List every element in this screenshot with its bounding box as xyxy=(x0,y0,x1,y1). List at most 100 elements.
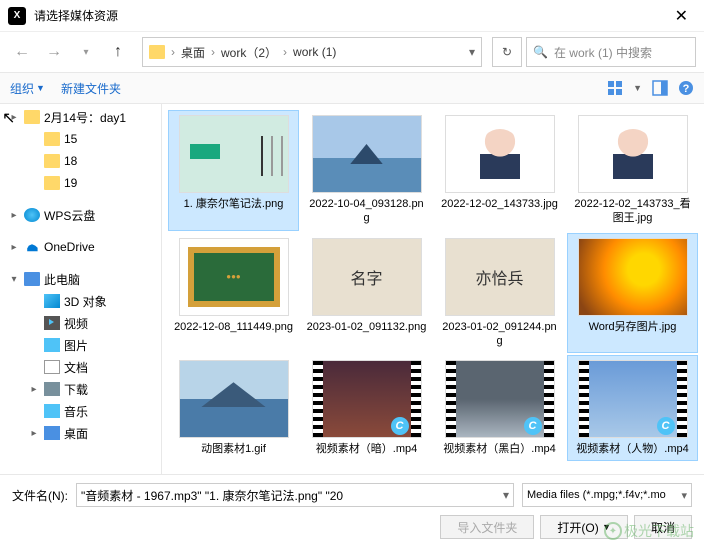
view-icon[interactable] xyxy=(607,80,623,96)
tree-label: 音乐 xyxy=(64,403,88,420)
tree-label: OneDrive xyxy=(44,240,95,254)
badge-icon: C xyxy=(391,417,409,435)
address-dropdown[interactable]: ▾ xyxy=(469,45,475,59)
tree-item[interactable]: 18 xyxy=(0,150,161,172)
tree-item[interactable]: ▸ WPS云盘 xyxy=(0,204,161,226)
tree-label: WPS云盘 xyxy=(44,207,95,224)
cancel-button[interactable]: 取消 xyxy=(634,515,692,539)
expander-icon[interactable]: ▸ xyxy=(8,242,20,253)
tree-item[interactable]: 视频 xyxy=(0,312,161,334)
file-name: 视频素材（暗）.mp4 xyxy=(316,442,417,456)
organize-button[interactable]: 组织▼ xyxy=(10,80,45,97)
thumbnail xyxy=(578,115,688,193)
tree-label: 视频 xyxy=(64,315,88,332)
tree-label: 此电脑 xyxy=(44,271,80,288)
address-bar[interactable]: › 桌面 › work（2） › work (1) ▾ xyxy=(142,37,482,67)
search-input[interactable]: 🔍 在 work (1) 中搜索 xyxy=(526,37,696,67)
file-name: 1. 康奈尔笔记法.png xyxy=(184,197,284,211)
file-item[interactable]: 2022-12-02_143733.jpg xyxy=(434,110,565,231)
filename-input[interactable]: "音频素材 - 1967.mp3" "1. 康奈尔笔记法.png" "20 ▾ xyxy=(76,483,514,507)
breadcrumb[interactable]: work (1) xyxy=(293,45,336,59)
file-item[interactable]: C视频素材（人物）.mp4 xyxy=(567,355,698,461)
refresh-button[interactable]: ↻ xyxy=(492,37,522,67)
folder-icon xyxy=(44,154,60,168)
folder-icon xyxy=(24,110,40,124)
pc-icon xyxy=(24,272,40,286)
toolbar: 组织▼ 新建文件夹 ▼ ? xyxy=(0,72,704,104)
tree-item[interactable]: 图片 xyxy=(0,334,161,356)
expander-icon[interactable]: ▾ xyxy=(8,274,20,285)
expander-icon[interactable]: ▸ xyxy=(28,428,40,439)
file-name: 2022-12-02_143733.jpg xyxy=(441,197,558,211)
tree-item[interactable]: ▸ 桌面 xyxy=(0,422,161,444)
chevron-right-icon: › xyxy=(283,45,287,59)
file-name: 2022-12-08_111449.png xyxy=(174,320,293,334)
onedrive-icon xyxy=(24,240,40,254)
file-item[interactable]: 亦恰兵2023-01-02_091244.png xyxy=(434,233,565,354)
sidebar: ▸ 2月14号：day1 15 18 19 ▸ WPS云盘 ▸ OneDrive ▾ 此电脑 3D 对… xyxy=(0,104,162,474)
pict-icon xyxy=(44,338,60,352)
file-name: 2022-12-02_143733_看图王.jpg xyxy=(573,197,693,226)
wps-icon xyxy=(24,208,40,222)
file-grid: 1. 康奈尔笔记法.png 2022-10-04_093128.png 2022-1… xyxy=(162,104,704,474)
thumbnail xyxy=(179,115,289,193)
thumbnail xyxy=(179,360,289,438)
filename-label: 文件名(N): xyxy=(12,487,68,504)
thumbnail xyxy=(578,238,688,316)
file-item[interactable]: 名字2023-01-02_091132.png xyxy=(301,233,432,354)
tree-item[interactable]: 15 xyxy=(0,128,161,150)
video-icon xyxy=(44,316,60,330)
file-item[interactable]: 1. 康奈尔笔记法.png xyxy=(168,110,299,231)
file-item[interactable]: Word另存图片.jpg xyxy=(567,233,698,354)
file-item[interactable]: 2022-12-02_143733_看图王.jpg xyxy=(567,110,698,231)
expander-icon[interactable]: ▸ xyxy=(8,210,20,221)
chevron-right-icon: › xyxy=(211,45,215,59)
close-button[interactable]: ✕ xyxy=(667,6,696,26)
chevron-down-icon[interactable]: ▾ xyxy=(681,489,687,502)
tree-item[interactable]: ▾ 此电脑 xyxy=(0,268,161,290)
help-icon[interactable]: ? xyxy=(678,80,694,96)
tree-item[interactable]: ▸ 2月14号：day1 xyxy=(0,106,161,128)
preview-pane-icon[interactable] xyxy=(652,80,668,96)
file-type-filter[interactable]: Media files (*.mpg;*.f4v;*.mo ▾ xyxy=(522,483,692,507)
tree-label: 桌面 xyxy=(64,425,88,442)
tree-item[interactable]: ▸ OneDrive xyxy=(0,236,161,258)
breadcrumb[interactable]: work（2） xyxy=(221,44,277,61)
badge-icon: C xyxy=(657,417,675,435)
file-item[interactable]: 2022-12-08_111449.png xyxy=(168,233,299,354)
up-button[interactable]: ↑ xyxy=(104,38,132,66)
tree-label: 18 xyxy=(64,154,77,168)
import-folder-button[interactable]: 导入文件夹 xyxy=(440,515,534,539)
tree-label: 15 xyxy=(64,132,77,146)
recent-dropdown[interactable]: ▾ xyxy=(72,38,100,66)
tree-label: 2月14号：day1 xyxy=(44,109,126,126)
file-item[interactable]: 动图素材1.gif xyxy=(168,355,299,461)
tree-label: 下载 xyxy=(64,381,88,398)
file-item[interactable]: 2022-10-04_093128.png xyxy=(301,110,432,231)
tree-item[interactable]: ▸ 下载 xyxy=(0,378,161,400)
file-name: Word另存图片.jpg xyxy=(589,320,677,334)
tree-label: 19 xyxy=(64,176,77,190)
forward-button[interactable]: → xyxy=(40,38,68,66)
new-folder-button[interactable]: 新建文件夹 xyxy=(61,80,121,97)
svg-text:?: ? xyxy=(683,83,690,95)
tree-label: 文档 xyxy=(64,359,88,376)
back-button[interactable]: ← xyxy=(8,38,36,66)
badge-icon: C xyxy=(524,417,542,435)
file-name: 视频素材（黑白）.mp4 xyxy=(443,442,555,456)
file-item[interactable]: C 视频素材（暗）.mp4 xyxy=(301,355,432,461)
chevron-down-icon[interactable]: ▾ xyxy=(503,488,509,502)
thumbnail: 亦恰兵 xyxy=(445,238,555,316)
view-dropdown[interactable]: ▼ xyxy=(633,83,642,93)
tree-item[interactable]: 音乐 xyxy=(0,400,161,422)
breadcrumb[interactable]: 桌面 xyxy=(181,44,205,61)
tree-item[interactable]: 文档 xyxy=(0,356,161,378)
open-button[interactable]: 打开(O) ▼ xyxy=(540,515,628,539)
file-item[interactable]: C 视频素材（黑白）.mp4 xyxy=(434,355,565,461)
tree-item[interactable]: 19 xyxy=(0,172,161,194)
thumbnail: C xyxy=(312,360,422,438)
tree-item[interactable]: 3D 对象 xyxy=(0,290,161,312)
doc-icon xyxy=(44,360,60,374)
expander-icon[interactable]: ▸ xyxy=(28,384,40,395)
expander-icon[interactable]: ▸ xyxy=(8,112,20,123)
